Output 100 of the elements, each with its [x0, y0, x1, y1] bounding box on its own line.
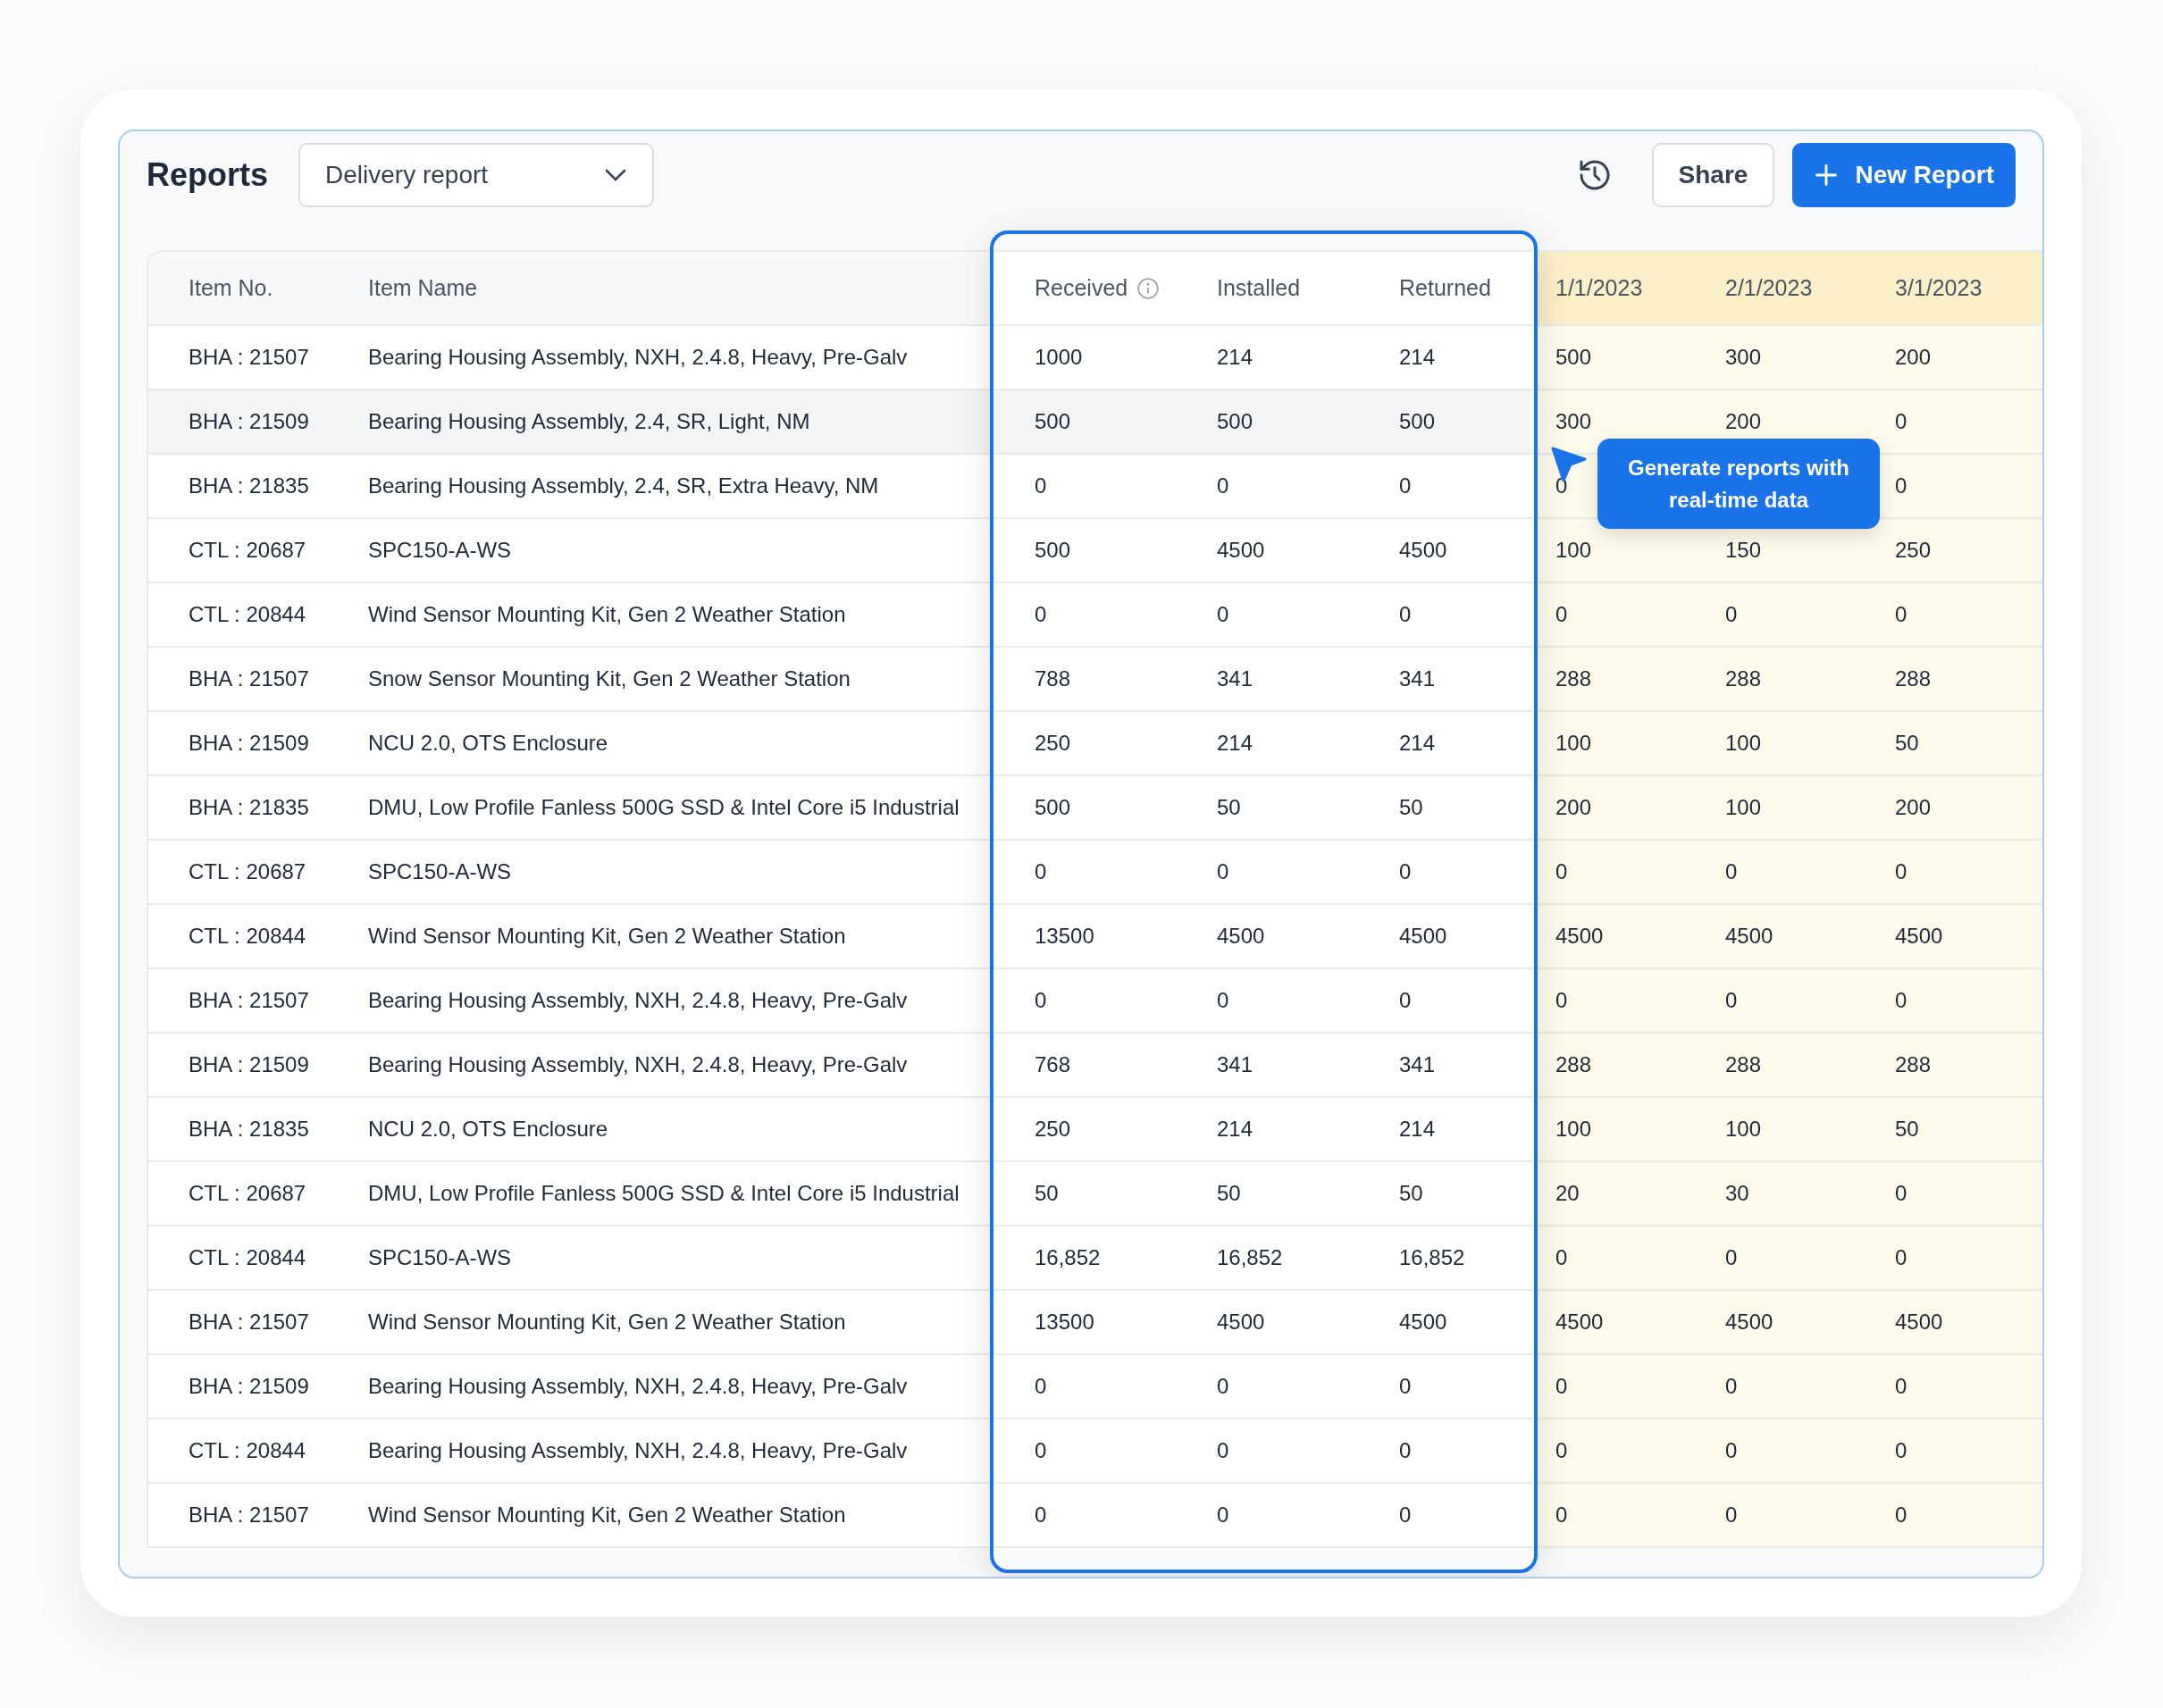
table-cell: 0 [1895, 859, 1907, 884]
table-cell: 0 [1725, 859, 1738, 884]
column-header: Installed [1217, 275, 1301, 301]
table-cell: Bearing Housing Assembly, NXH, 2.4.8, Heavy, Pre-Galv [368, 1438, 908, 1463]
table-cell: 4500 [1399, 924, 1447, 949]
table-cell: 200 [1725, 409, 1762, 434]
column-header: Item No. [189, 275, 273, 301]
column-header: 3/1/2023 [1895, 275, 1983, 301]
table-cell: DMU, Low Profile Fanless 500G SSD & Intel Core i5 Industrial [368, 1181, 960, 1206]
column-header: Item Name [368, 275, 478, 301]
table-cell: 13500 [1035, 924, 1094, 949]
table-cell: BHA : 21507 [189, 988, 309, 1013]
column-header: Received [1035, 275, 1128, 301]
table-cell: 16,852 [1399, 1245, 1465, 1270]
table-cell: CTL : 20687 [189, 1181, 306, 1206]
table-cell: Wind Sensor Mounting Kit, Gen 2 Weather Station [368, 602, 846, 627]
table-cell: CTL : 20844 [189, 924, 306, 949]
table-cell: 100 [1555, 731, 1592, 756]
table-cell: 50 [1399, 795, 1423, 820]
table-cell: 214 [1399, 345, 1436, 370]
table-cell: Wind Sensor Mounting Kit, Gen 2 Weather Station [368, 1310, 846, 1335]
table-cell: 1000 [1035, 345, 1083, 370]
table-cell: 0 [1217, 1503, 1229, 1528]
table-cell: 50 [1399, 1181, 1423, 1206]
table-cell: 0 [1399, 1374, 1412, 1399]
table-cell: BHA : 21509 [189, 731, 309, 756]
table-cell: 0 [1895, 1374, 1907, 1399]
table-cell: 500 [1035, 795, 1071, 820]
table-cell: 341 [1399, 1052, 1436, 1077]
table-cell: 214 [1217, 731, 1253, 756]
table-cell: 0 [1895, 473, 1907, 498]
table-cell: 0 [1725, 1245, 1738, 1270]
table-cell: 0 [1555, 1438, 1568, 1463]
table-cell: Snow Sensor Mounting Kit, Gen 2 Weather Station [368, 666, 851, 691]
table-cell: 0 [1895, 602, 1907, 627]
table-cell: 214 [1217, 1117, 1253, 1142]
table-cell: 0 [1035, 988, 1047, 1013]
table-cell: Bearing Housing Assembly, NXH, 2.4.8, Heavy, Pre-Galv [368, 345, 908, 370]
table-cell: 214 [1217, 345, 1253, 370]
table-cell: 0 [1555, 1503, 1568, 1528]
table-cell: Bearing Housing Assembly, 2.4, SR, Extra Heavy, NM [368, 473, 879, 498]
table-cell: 500 [1555, 345, 1592, 370]
table-cell: BHA : 21835 [189, 473, 309, 498]
table-cell: BHA : 21507 [189, 1503, 309, 1528]
table-cell: 100 [1725, 1117, 1762, 1142]
table-cell: 0 [1555, 988, 1568, 1013]
table-cell: 30 [1725, 1181, 1749, 1206]
table-cell: 4500 [1895, 1310, 1943, 1335]
table-cell: NCU 2.0, OTS Enclosure [368, 1117, 608, 1142]
table-cell: 150 [1725, 538, 1762, 563]
table-cell: 200 [1895, 795, 1932, 820]
column-header: 1/1/2023 [1555, 275, 1643, 301]
table-cell: 4500 [1725, 924, 1773, 949]
table-cell: Bearing Housing Assembly, NXH, 2.4.8, Heavy, Pre-Galv [368, 988, 908, 1013]
table-cell: 100 [1555, 1117, 1592, 1142]
table-cell: 0 [1399, 1503, 1412, 1528]
table-cell: 0 [1555, 859, 1568, 884]
table-cell: BHA : 21509 [189, 409, 309, 434]
tooltip: Generate reports with real-time data [1597, 439, 1880, 529]
table-cell: 0 [1895, 409, 1907, 434]
new-report-button[interactable]: New Report [1792, 143, 2016, 207]
table-cell: 4500 [1555, 924, 1604, 949]
table-cell: BHA : 21835 [189, 1117, 309, 1142]
table-cell: 0 [1399, 602, 1412, 627]
table-cell: SPC150-A-WS [368, 538, 512, 563]
table-cell: 100 [1555, 538, 1592, 563]
table-cell: 0 [1555, 602, 1568, 627]
table-cell: 0 [1725, 988, 1738, 1013]
table-cell: CTL : 20844 [189, 602, 306, 627]
table-cell: 0 [1217, 859, 1229, 884]
table-cell: 500 [1035, 409, 1071, 434]
table-cell: 250 [1035, 731, 1071, 756]
share-button[interactable]: Share [1651, 143, 1775, 207]
table-cell: CTL : 20687 [189, 859, 306, 884]
table-cell: 0 [1399, 1438, 1412, 1463]
table-cell: 250 [1035, 1117, 1071, 1142]
table-cell: 288 [1895, 666, 1932, 691]
report-dropdown[interactable]: Delivery report [298, 143, 655, 207]
table-cell: BHA : 21507 [189, 345, 309, 370]
table-cell: 0 [1725, 1503, 1738, 1528]
table-cell: BHA : 21507 [189, 1310, 309, 1335]
table-cell: 0 [1399, 473, 1412, 498]
table-cell: 0 [1035, 1374, 1047, 1399]
table-cell: 4500 [1399, 538, 1447, 563]
table-cell: 0 [1035, 859, 1047, 884]
table-cell: 0 [1217, 473, 1229, 498]
table-cell: 288 [1725, 666, 1762, 691]
table-cell: 0 [1725, 1438, 1738, 1463]
table-cell: 4500 [1555, 1310, 1604, 1335]
column-header: Returned [1399, 275, 1491, 301]
table-cell: CTL : 20844 [189, 1245, 306, 1270]
table-cell: 50 [1217, 1181, 1241, 1206]
table-cell: 50 [1217, 795, 1241, 820]
table-cell: 788 [1035, 666, 1071, 691]
table-cell: 341 [1399, 666, 1436, 691]
table-cell: 4500 [1217, 1310, 1265, 1335]
table-cell: 0 [1035, 1438, 1047, 1463]
table-cell: 100 [1725, 795, 1762, 820]
table-cell: CTL : 20844 [189, 1438, 306, 1463]
table-cell: BHA : 21509 [189, 1374, 309, 1399]
